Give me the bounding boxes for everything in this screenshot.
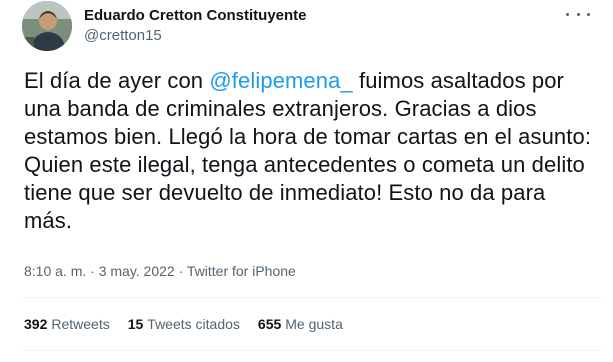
- author-handle[interactable]: @cretton15: [84, 27, 162, 44]
- more-options-icon[interactable]: [566, 6, 590, 22]
- quotes-count: 15: [127, 316, 144, 332]
- retweets-stat[interactable]: 392 Retweets: [24, 316, 110, 332]
- avatar[interactable]: [22, 1, 72, 51]
- avatar-photo: [22, 1, 72, 51]
- tweet-text-before: El día de ayer con: [24, 68, 210, 93]
- quotes-stat[interactable]: 15 Tweets citados: [128, 316, 240, 332]
- divider: [22, 297, 602, 298]
- quotes-label: Tweets citados: [147, 316, 240, 332]
- likes-stat[interactable]: 655 Me gusta: [258, 316, 343, 332]
- mention-link[interactable]: @felipemena_: [209, 68, 352, 93]
- likes-count: 655: [257, 316, 282, 332]
- tweet-text: El día de ayer con @felipemena_ fuimos a…: [24, 67, 594, 235]
- likes-label: Me gusta: [285, 316, 343, 332]
- tweet-stats: 392 Retweets 15 Tweets citados 655 Me gusta: [24, 316, 343, 332]
- retweets-count: 392: [24, 316, 48, 332]
- tweet-header: Eduardo Cretton Constituyente @cretton15: [22, 0, 602, 58]
- divider-bottom: [22, 350, 602, 351]
- retweets-label: Retweets: [51, 316, 110, 332]
- author-name[interactable]: Eduardo Cretton Constituyente: [84, 7, 307, 24]
- tweet-timestamp[interactable]: 8:10 a. m. · 3 may. 2022 · Twitter for i…: [24, 263, 296, 279]
